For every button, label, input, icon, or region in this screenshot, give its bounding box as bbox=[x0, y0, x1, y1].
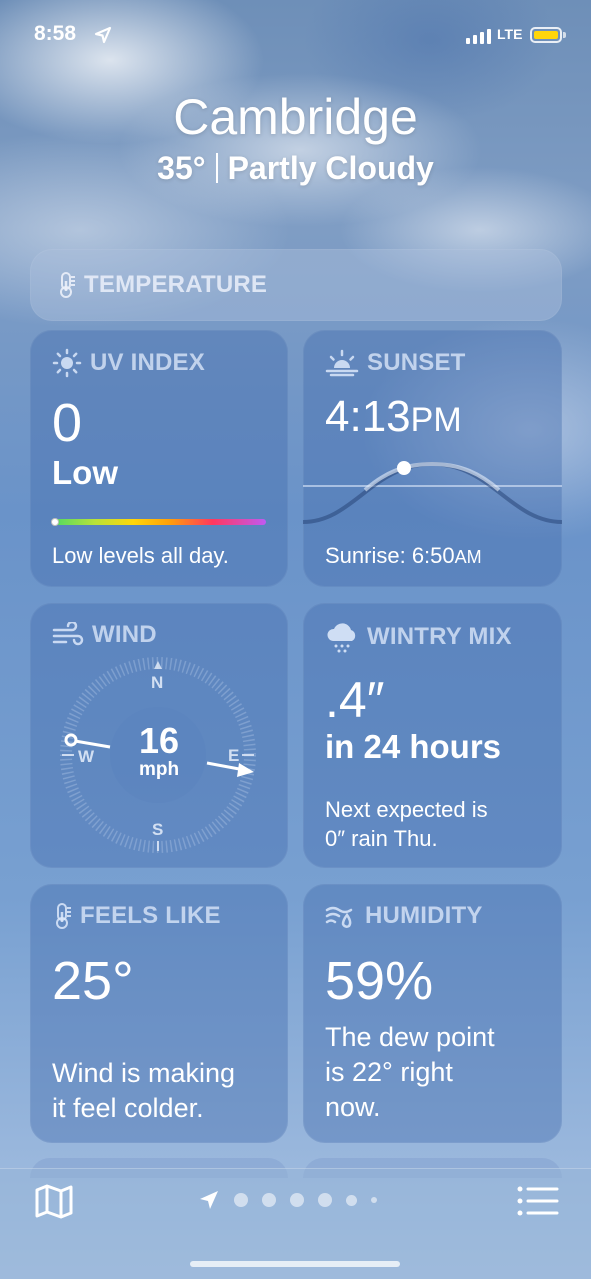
compass-south: S bbox=[152, 820, 164, 839]
humidity-description-line1: The dew point bbox=[325, 1022, 495, 1052]
status-bar: 8:58 LTE bbox=[0, 0, 591, 70]
uv-index-card[interactable]: UV INDEX 0 Low Low levels all day. bbox=[30, 330, 288, 587]
wintry-mix-card[interactable]: WINTRY MIX .4″ in 24 hours Next expected… bbox=[303, 603, 562, 868]
page-dot[interactable] bbox=[346, 1194, 357, 1206]
precipitation-description: Next expected is 0″ rain Thu. bbox=[325, 796, 488, 853]
feels-like-card[interactable]: FEELS LIKE 25° Wind is making it feel co… bbox=[30, 884, 288, 1143]
precipitation-description-line2: 0″ rain Thu. bbox=[325, 825, 438, 851]
wind-speed: 16 mph bbox=[30, 723, 288, 781]
humidity-description-line3: now. bbox=[325, 1092, 381, 1123]
page-dot[interactable] bbox=[262, 1193, 276, 1207]
compass-north: N bbox=[151, 673, 164, 692]
page-dot[interactable] bbox=[318, 1193, 332, 1207]
precipitation-description-line1: Next expected is bbox=[325, 797, 488, 822]
location-services-icon bbox=[94, 26, 112, 44]
sunset-header: SUNSET bbox=[325, 348, 466, 378]
humidity-description-line2: is 22° right bbox=[325, 1057, 453, 1088]
feels-like-header: FEELS LIKE bbox=[52, 902, 221, 930]
sunset-time-value: 4:13 bbox=[325, 392, 411, 441]
feels-like-description-line1: Wind is making bbox=[52, 1058, 236, 1088]
humidity-card[interactable]: HUMIDITY 59% The dew point is 22° right … bbox=[303, 884, 562, 1143]
summary-separator bbox=[215, 153, 218, 183]
battery-cap bbox=[563, 32, 566, 38]
list-icon[interactable] bbox=[517, 1186, 559, 1216]
uv-index-level: Low bbox=[52, 454, 118, 491]
cloud-sleet-icon bbox=[327, 623, 356, 653]
temperature-label: TEMPERATURE bbox=[84, 271, 268, 298]
home-indicator bbox=[190, 1261, 400, 1267]
wind-speed-value: 16 bbox=[138, 720, 180, 761]
sunset-icon bbox=[325, 349, 359, 377]
sunset-time: 4:13PM bbox=[325, 392, 462, 442]
uv-index-label: UV INDEX bbox=[90, 349, 205, 376]
page-dot[interactable] bbox=[371, 1197, 377, 1203]
bottom-toolbar bbox=[0, 1168, 591, 1279]
thermometer-icon bbox=[56, 903, 71, 929]
humidity-icon bbox=[325, 906, 353, 928]
sun-path-chart bbox=[303, 461, 562, 524]
precipitation-amount: .4″ bbox=[325, 672, 385, 728]
temperature-card[interactable]: TEMPERATURE bbox=[30, 249, 562, 321]
feels-like-value: 25° bbox=[52, 951, 134, 1011]
page-dot[interactable] bbox=[234, 1193, 248, 1207]
sunrise-ampm: AM bbox=[454, 547, 482, 567]
uv-index-scale bbox=[52, 519, 266, 525]
page-indicator[interactable] bbox=[198, 1189, 391, 1211]
sunset-time-ampm: PM bbox=[410, 401, 462, 439]
cellular-signal-icon bbox=[466, 29, 491, 44]
wind-speed-unit: mph bbox=[138, 759, 180, 780]
feels-like-description-line2: it feel colder. bbox=[52, 1093, 204, 1124]
current-location-icon bbox=[200, 1191, 218, 1209]
feels-like-label: FEELS LIKE bbox=[80, 902, 221, 929]
uv-index-indicator bbox=[51, 518, 59, 526]
sunset-card[interactable]: SUNSET 4:13PM Sunrise: 6:50AM bbox=[303, 330, 562, 587]
current-summary: 35° Partly Cloudy bbox=[0, 150, 591, 187]
precipitation-period: in 24 hours bbox=[325, 728, 502, 765]
page-dot[interactable] bbox=[290, 1193, 304, 1207]
sun-icon bbox=[52, 348, 82, 378]
humidity-description: The dew point is 22° right now. bbox=[325, 1020, 495, 1125]
wintry-mix-header: WINTRY MIX bbox=[325, 621, 512, 653]
humidity-header: HUMIDITY bbox=[325, 902, 483, 930]
wintry-mix-label: WINTRY MIX bbox=[367, 623, 512, 650]
wind-card[interactable]: WIND N S W E 16 mph bbox=[30, 603, 288, 868]
sunset-label: SUNSET bbox=[367, 349, 466, 376]
feels-like-description: Wind is making it feel colder. bbox=[52, 1056, 235, 1126]
network-type: LTE bbox=[497, 26, 523, 42]
humidity-label: HUMIDITY bbox=[365, 902, 483, 929]
sunrise-time: Sunrise: 6:50AM bbox=[325, 542, 482, 571]
current-condition: Partly Cloudy bbox=[227, 150, 434, 186]
map-icon[interactable] bbox=[34, 1183, 74, 1219]
current-temperature: 35° bbox=[157, 150, 206, 186]
uv-index-value: 0 bbox=[52, 393, 83, 453]
thermometer-icon bbox=[60, 272, 75, 298]
sunrise-label: Sunrise: 6:50 bbox=[325, 543, 455, 568]
sun-position-marker bbox=[397, 461, 411, 475]
temperature-header: TEMPERATURE bbox=[56, 271, 267, 299]
battery-icon bbox=[530, 27, 562, 43]
uv-index-header: UV INDEX bbox=[52, 348, 205, 378]
uv-index-description: Low levels all day. bbox=[52, 543, 229, 568]
status-time: 8:58 bbox=[34, 22, 77, 45]
humidity-value: 59% bbox=[325, 951, 434, 1011]
city-name: Cambridge bbox=[173, 89, 418, 145]
